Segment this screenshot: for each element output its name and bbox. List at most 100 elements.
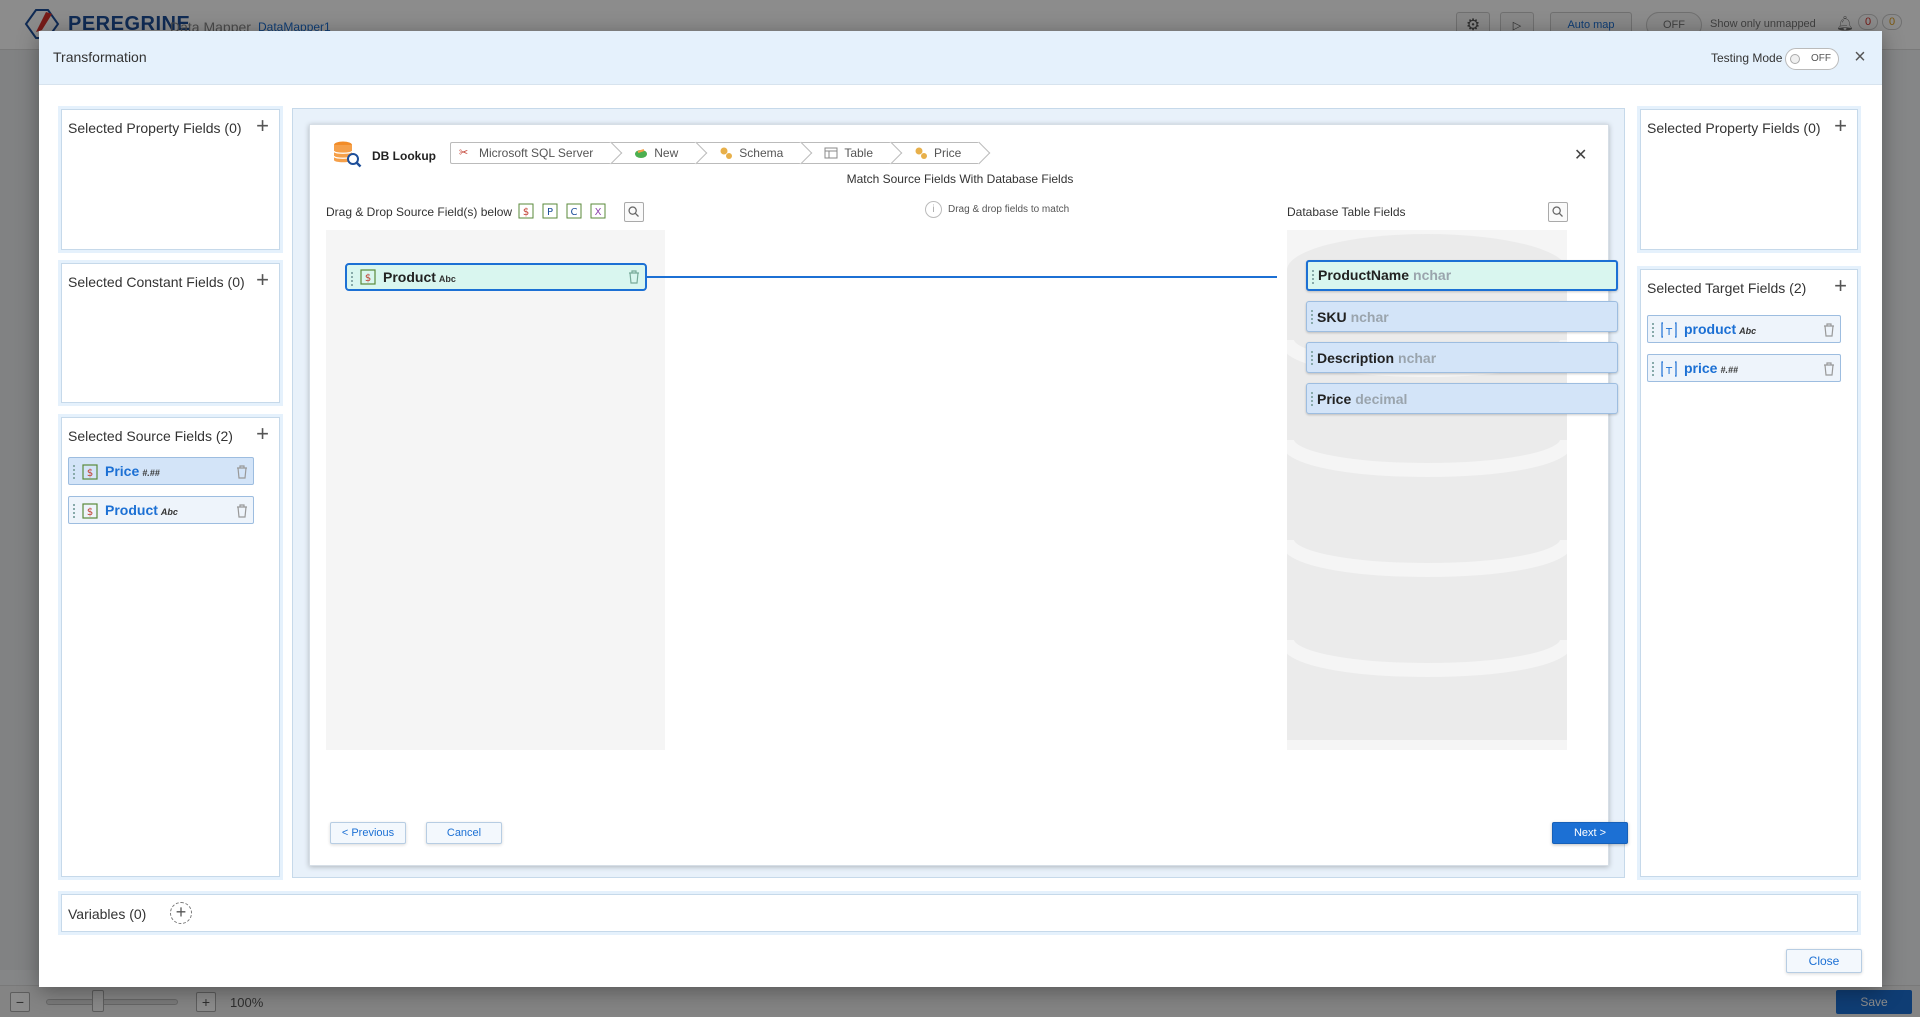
selected-property-fields-panel-right: Selected Property Fields (0) +	[1640, 109, 1858, 250]
trash-icon[interactable]	[1822, 361, 1836, 377]
breadcrumb-label: Schema	[739, 146, 784, 160]
column-icon	[915, 147, 927, 159]
db-field-name: Description	[1317, 350, 1395, 366]
db-field-type: nchar	[1350, 309, 1389, 325]
breadcrumb-label: Table	[844, 146, 873, 160]
field-type: Abc	[438, 274, 456, 284]
svg-text:$: $	[365, 273, 371, 284]
svg-text:T: T	[1665, 366, 1673, 377]
drag-handle-icon[interactable]	[1311, 392, 1314, 406]
svg-text:$: $	[523, 207, 529, 218]
db-field-type: nchar	[1413, 267, 1452, 283]
dialog-header: Transformation Testing Mode OFF ×	[39, 31, 1882, 85]
variables-panel: Variables (0) +	[61, 894, 1858, 932]
add-variable-icon[interactable]: +	[170, 902, 192, 924]
cancel-button[interactable]: Cancel	[426, 822, 502, 844]
info-icon: i	[925, 201, 942, 218]
drag-handle-icon[interactable]	[1311, 351, 1314, 365]
variables-label: Variables (0)	[68, 906, 147, 922]
source-field-chip[interactable]: $ Product Abc	[68, 496, 254, 524]
wizard-close-icon[interactable]: ✕	[1574, 145, 1587, 165]
source-search-button[interactable]	[624, 202, 644, 222]
wizard-subtitle: Match Source Fields With Database Fields	[846, 172, 1074, 186]
trash-icon[interactable]	[235, 464, 249, 480]
next-button[interactable]: Next >	[1552, 822, 1628, 844]
breadcrumb-label: Microsoft SQL Server	[479, 146, 594, 160]
breadcrumb-item[interactable]: ✂ Microsoft SQL Server	[450, 142, 612, 164]
target-field-icon: T	[1661, 361, 1677, 377]
drag-handle-icon[interactable]	[1311, 310, 1314, 324]
db-field-name: ProductName	[1318, 267, 1410, 283]
db-field-sku[interactable]: SKU nchar	[1306, 301, 1618, 332]
db-lookup-wizard: DB Lookup ✂ Microsoft SQL Server New Sche…	[309, 124, 1628, 866]
add-property-field-icon[interactable]: P	[542, 203, 558, 219]
drag-handle-icon[interactable]	[1652, 362, 1655, 376]
table-icon	[824, 147, 838, 159]
search-icon	[1552, 206, 1563, 217]
breadcrumb-label: Price	[934, 146, 962, 160]
add-constant-field-icon[interactable]: +	[256, 269, 269, 291]
source-field-icon: $	[360, 269, 376, 285]
source-field-icon: $	[82, 464, 98, 480]
wizard-title: DB Lookup	[372, 149, 436, 163]
selected-property-fields-panel-left: Selected Property Fields (0) +	[61, 109, 280, 250]
toggle-state: OFF	[1811, 53, 1831, 64]
drag-handle-icon[interactable]	[73, 465, 76, 479]
target-field-chip[interactable]: T price #.##	[1647, 354, 1841, 382]
field-type: #.##	[1720, 365, 1738, 375]
db-field-price[interactable]: Price decimal	[1306, 383, 1618, 414]
add-source-field-icon[interactable]: $	[518, 203, 534, 219]
add-source-field-icon[interactable]: +	[256, 423, 269, 445]
db-field-productname[interactable]: ProductName nchar	[1306, 260, 1618, 291]
field-type: Abc	[1739, 326, 1757, 336]
field-name: Product	[383, 269, 436, 285]
svg-text:P: P	[547, 207, 553, 218]
drag-handle-icon[interactable]	[1312, 270, 1315, 284]
breadcrumb-item[interactable]: Schema	[696, 142, 802, 164]
panel-title: Selected Constant Fields (0)	[68, 274, 245, 290]
field-name: Price	[105, 463, 140, 479]
svg-text:$: $	[87, 468, 93, 479]
db-field-type: nchar	[1398, 350, 1437, 366]
drag-handle-icon[interactable]	[73, 504, 76, 518]
breadcrumb-item[interactable]: New	[611, 142, 697, 164]
close-button[interactable]: Close	[1786, 949, 1862, 973]
add-property-field-icon[interactable]: +	[256, 115, 269, 137]
selected-constant-fields-panel: Selected Constant Fields (0) +	[61, 263, 280, 403]
breadcrumb-item[interactable]: Price	[891, 142, 980, 164]
close-icon[interactable]: ×	[1849, 47, 1871, 69]
add-constant-field-icon[interactable]: C	[566, 203, 582, 219]
toggle-knob	[1790, 54, 1800, 64]
dropped-source-field[interactable]: $ Product Abc	[345, 263, 647, 291]
source-field-chip[interactable]: $ Price #.##	[68, 457, 254, 485]
testing-mode-toggle[interactable]: OFF	[1785, 48, 1839, 70]
svg-text:T: T	[1665, 327, 1673, 338]
add-target-field-icon[interactable]: +	[1834, 275, 1847, 297]
db-search-button[interactable]	[1548, 202, 1568, 222]
target-field-chip[interactable]: T product Abc	[1647, 315, 1841, 343]
connection-icon	[635, 149, 648, 158]
db-field-description[interactable]: Description nchar	[1306, 342, 1618, 373]
drag-drop-hint: Drag & drop fields to match	[948, 204, 1070, 215]
drag-handle-icon[interactable]	[1652, 323, 1655, 337]
field-name: product	[1684, 321, 1737, 337]
trash-icon[interactable]	[1822, 322, 1836, 338]
trash-icon[interactable]	[627, 269, 641, 285]
add-variable-field-icon[interactable]: X	[590, 203, 606, 219]
schema-icon	[720, 147, 733, 159]
testing-mode-label: Testing Mode	[1711, 51, 1783, 65]
database-search-icon	[333, 141, 362, 168]
svg-text:X: X	[595, 207, 602, 218]
previous-button[interactable]: < Previous	[330, 822, 406, 844]
field-name: Product	[105, 502, 158, 518]
panel-title: Selected Source Fields (2)	[68, 428, 233, 444]
trash-icon[interactable]	[235, 503, 249, 519]
source-drop-zone[interactable]	[326, 230, 665, 750]
add-property-field-icon[interactable]: +	[1834, 115, 1847, 137]
svg-text:$: $	[87, 507, 93, 518]
drag-handle-icon[interactable]	[351, 272, 354, 286]
db-fields-label: Database Table Fields	[1287, 205, 1406, 219]
transformation-dialog: Transformation Testing Mode OFF × Select…	[39, 31, 1882, 987]
field-connection-line	[647, 276, 1277, 278]
breadcrumb-item[interactable]: Table	[801, 142, 891, 164]
